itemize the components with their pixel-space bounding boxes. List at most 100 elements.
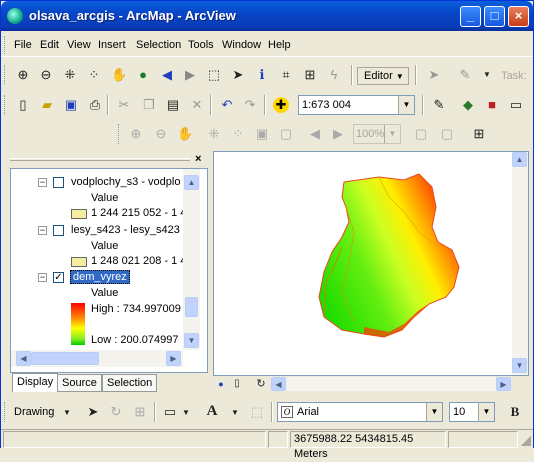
layer-visibility-checkbox-checked[interactable]: ✓ (53, 272, 64, 283)
fixed-zoom-in-icon[interactable]: ⁜ (62, 67, 78, 83)
layout-view-page-icon[interactable]: ▯ (229, 376, 245, 392)
menu-file[interactable]: File (14, 39, 32, 51)
scroll-down-icon[interactable]: ▼ (184, 333, 199, 348)
toc-horizontal-scrollbar[interactable]: ◀ ▶ (11, 350, 183, 367)
menu-window[interactable]: Window (222, 39, 261, 51)
legend-swatch[interactable] (71, 257, 87, 267)
bold-button[interactable]: B (507, 404, 523, 420)
select-elements-arrow-icon[interactable]: ➤ (230, 67, 246, 83)
toc-vertical-scrollbar[interactable]: ▲ ▼ (183, 169, 200, 350)
collapse-toggle-icon[interactable]: − (38, 178, 47, 187)
chevron-down-icon[interactable]: ▼ (384, 125, 400, 143)
find-binoculars-icon[interactable]: ⌗ (278, 67, 294, 83)
sketch-pencil-icon[interactable]: ✎ (457, 67, 473, 83)
fixed-zoom-in-page-icon[interactable]: ⁜ (206, 126, 222, 142)
hyperlink-bolt-icon[interactable]: ϟ (326, 67, 342, 83)
undo-icon[interactable]: ↶ (219, 97, 235, 113)
chevron-down-icon[interactable]: ▼ (479, 67, 495, 83)
print-icon[interactable]: ⎙ (87, 97, 103, 113)
next-extent-icon[interactable]: ▶ (330, 126, 346, 142)
scrollbar-thumb[interactable] (185, 297, 198, 317)
chevron-down-icon[interactable]: ▼ (227, 405, 243, 421)
cut-scissors-icon[interactable]: ✂ (116, 97, 132, 113)
save-disk-icon[interactable]: ▣ (63, 97, 79, 113)
full-extent-globe-icon[interactable]: ● (135, 67, 151, 83)
chevron-down-icon[interactable]: ▼ (398, 96, 414, 114)
chevron-down-icon[interactable]: ▼ (178, 405, 194, 421)
zoom-out-page-icon[interactable]: ⊖ (153, 126, 169, 142)
toolbar-grip[interactable] (4, 402, 7, 422)
chevron-down-icon[interactable]: ▼ (59, 405, 75, 421)
chevron-down-icon[interactable]: ▼ (478, 403, 494, 421)
scroll-down-icon[interactable]: ▼ (512, 358, 527, 373)
menu-tools[interactable]: Tools (188, 39, 214, 51)
rotate-icon[interactable]: ↻ (108, 404, 124, 420)
toc-grip[interactable] (10, 158, 190, 161)
delete-x-icon[interactable]: ✕ (189, 97, 205, 113)
back-extent-icon[interactable]: ◀ (159, 67, 175, 83)
editor-toolbar-icon[interactable]: ✎ (431, 97, 447, 113)
scrollbar-thumb[interactable] (31, 352, 99, 365)
arctoolbox-icon[interactable]: ■ (484, 97, 500, 113)
previous-extent-icon[interactable]: ◀ (307, 126, 323, 142)
collapse-toggle-icon[interactable]: − (38, 273, 47, 282)
map-display[interactable]: ▲ ▼ (213, 151, 529, 376)
toc-close-icon[interactable]: × (195, 153, 201, 165)
focus-data-frame-icon[interactable]: ▢ (439, 126, 455, 142)
toggle-draft-mode-icon[interactable]: ▢ (413, 126, 429, 142)
menu-edit[interactable]: Edit (40, 39, 59, 51)
pan-page-icon[interactable]: ✋ (177, 126, 193, 142)
zoom-100-icon[interactable]: ▢ (278, 126, 294, 142)
editor-menu-button[interactable]: Editor ▼ (357, 67, 409, 85)
add-data-icon[interactable]: ✚ (273, 97, 289, 113)
collapse-toggle-icon[interactable]: − (38, 226, 47, 235)
new-text-icon[interactable]: A (204, 403, 220, 419)
menu-insert[interactable]: Insert (98, 39, 126, 51)
redo-icon[interactable]: ↷ (242, 97, 258, 113)
tab-display[interactable]: Display (12, 373, 59, 392)
menu-help[interactable]: Help (268, 39, 291, 51)
zoom-whole-page-icon[interactable]: ▣ (254, 126, 270, 142)
scroll-right-icon[interactable]: ▶ (166, 351, 181, 366)
menubar-grip[interactable] (4, 36, 7, 54)
table-of-contents[interactable]: − vodplochy_s3 - vodplo Value 1 244 215 … (10, 168, 208, 373)
zoom-to-selected-icon[interactable]: ⊞ (132, 404, 148, 420)
refresh-view-icon[interactable]: ↻ (253, 376, 269, 392)
scroll-left-icon[interactable]: ◀ (271, 377, 286, 391)
font-family-combo[interactable]: O Arial ▼ (277, 402, 443, 422)
font-size-combo[interactable]: 10 ▼ (449, 402, 495, 422)
command-line-icon[interactable]: ▭ (508, 97, 524, 113)
new-rectangle-icon[interactable]: ▭ (162, 404, 178, 420)
scroll-left-icon[interactable]: ◀ (16, 351, 31, 366)
copy-icon[interactable]: ❐ (141, 97, 157, 113)
layer-name[interactable]: vodplochy_s3 - vodplo (71, 176, 183, 188)
elevation-color-ramp[interactable] (71, 303, 85, 345)
zoom-percent-combo[interactable]: 100% ▼ (353, 124, 401, 144)
forward-extent-icon[interactable]: ▶ (182, 67, 198, 83)
arccatalog-icon[interactable]: ◆ (460, 97, 476, 113)
scroll-right-icon[interactable]: ▶ (496, 377, 511, 391)
map-vertical-scrollbar[interactable]: ▲ ▼ (512, 152, 528, 375)
tab-source[interactable]: Source (57, 374, 102, 392)
toolbar-grip[interactable] (4, 65, 7, 85)
layer-name-selected[interactable]: dem_vyrez (70, 270, 130, 284)
layer-name[interactable]: lesy_s423 - lesy_s423 (71, 224, 183, 236)
scroll-up-icon[interactable]: ▲ (512, 152, 527, 167)
menu-view[interactable]: View (67, 39, 91, 51)
drawing-menu-label[interactable]: Drawing (14, 406, 54, 418)
minimize-button[interactable]: _ (460, 6, 481, 27)
pan-hand-icon[interactable]: ✋ (111, 67, 127, 83)
maximize-button[interactable]: □ (484, 6, 505, 27)
menu-selection[interactable]: Selection (136, 39, 181, 51)
layer-visibility-checkbox[interactable] (53, 177, 64, 188)
title-bar[interactable]: olsava_arcgis - ArcMap - ArcView _ □ × (1, 1, 533, 31)
change-layout-icon[interactable]: ⊞ (471, 126, 487, 142)
identify-icon[interactable]: ℹ (254, 67, 270, 83)
paste-clipboard-icon[interactable]: ▤ (165, 97, 181, 113)
new-document-icon[interactable]: ▯ (15, 97, 31, 113)
select-elements-arrow-icon[interactable]: ➤ (85, 404, 101, 420)
resize-grip-icon[interactable] (521, 436, 531, 446)
close-button[interactable]: × (508, 6, 529, 27)
layer-visibility-checkbox[interactable] (53, 225, 64, 236)
data-view-globe-icon[interactable]: ● (213, 376, 229, 392)
